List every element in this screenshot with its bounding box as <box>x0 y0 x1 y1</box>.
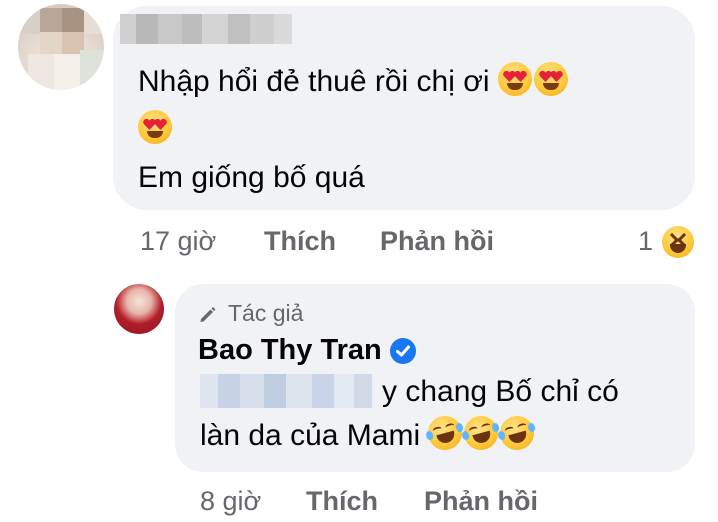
rofl-emoji <box>496 412 539 454</box>
like-button[interactable]: Thích <box>264 226 336 257</box>
pencil-icon <box>198 304 218 324</box>
commenter-name-blurred[interactable] <box>120 14 292 44</box>
reply-text-line-2: làn da của Mami <box>200 412 539 460</box>
reply-reply-button[interactable]: Phản hồi <box>424 486 538 517</box>
reply-like-button[interactable]: Thích <box>306 486 378 517</box>
reply-text-2: làn da của Mami <box>200 419 421 452</box>
laughing-reaction-icon[interactable] <box>662 226 694 258</box>
comment-time[interactable]: 17 giờ <box>140 226 216 257</box>
author-avatar[interactable] <box>114 284 164 334</box>
comment-text-line-3: Em giống bố quá <box>138 161 365 194</box>
author-badge: Tác giả <box>228 300 304 326</box>
reply-button[interactable]: Phản hồi <box>380 226 494 257</box>
heart-eyes-emoji <box>533 62 568 96</box>
comment-text-1: Nhập hổi đẻ thuê rồi chị ơi <box>138 65 490 98</box>
comment-text-line-2 <box>138 106 174 154</box>
reply-text-line-1: y chang Bố chỉ có <box>382 375 619 408</box>
reply-time[interactable]: 8 giờ <box>200 486 261 517</box>
reaction-count[interactable]: 1 <box>638 226 653 257</box>
heart-eyes-emoji <box>497 62 532 96</box>
author-name[interactable]: Bao Thy Tran <box>198 334 382 367</box>
commenter-avatar[interactable] <box>18 4 104 90</box>
mention-blurred[interactable] <box>200 374 372 408</box>
rofl-emoji <box>424 412 467 454</box>
verified-badge-icon <box>390 338 416 364</box>
heart-eyes-emoji <box>138 110 172 144</box>
comment-text-line-1: Nhập hổi đẻ thuê rồi chị ơi <box>138 58 570 106</box>
rofl-emoji <box>460 412 503 454</box>
